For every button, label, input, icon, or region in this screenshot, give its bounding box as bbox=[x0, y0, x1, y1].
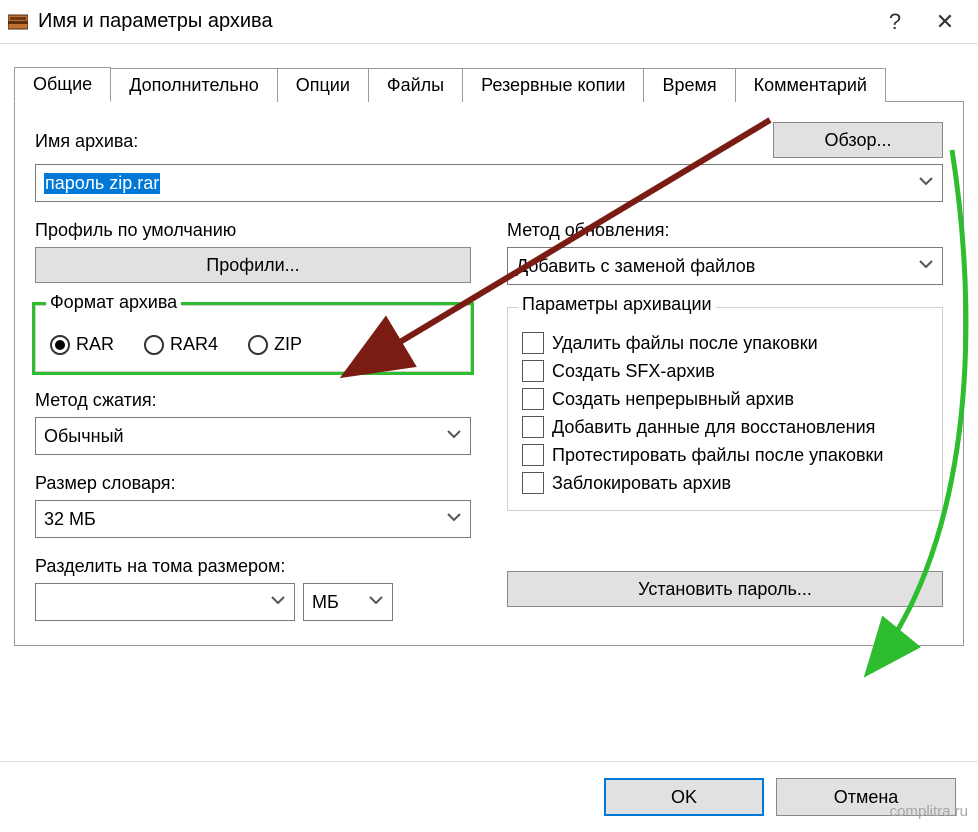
archive-name-label: Имя архива: bbox=[35, 131, 757, 152]
chevron-down-icon bbox=[368, 592, 384, 613]
dialog-footer: OK Отмена bbox=[0, 761, 978, 832]
chevron-down-icon bbox=[918, 173, 934, 194]
browse-button[interactable]: Обзор... bbox=[773, 122, 943, 158]
window-title: Имя и параметры архива bbox=[38, 10, 870, 33]
chevron-down-icon bbox=[918, 256, 934, 277]
check-sfx[interactable]: Создать SFX-архив bbox=[522, 360, 928, 382]
update-method-label: Метод обновления: bbox=[507, 220, 943, 241]
archive-params-fieldset: Параметры архивации Удалить файлы после … bbox=[507, 307, 943, 511]
archive-name-value: пароль zip.rar bbox=[44, 173, 160, 194]
set-password-button[interactable]: Установить пароль... bbox=[507, 571, 943, 607]
split-unit-value: МБ bbox=[312, 592, 339, 613]
checkbox-icon bbox=[522, 360, 544, 382]
dict-size-value: 32 МБ bbox=[44, 509, 96, 530]
update-method-value: Добавить с заменой файлов bbox=[516, 256, 755, 277]
split-size-combo[interactable] bbox=[35, 583, 295, 621]
tab-content: Имя архива: Обзор... пароль zip.rar Проф… bbox=[14, 102, 964, 646]
format-legend: Формат архива bbox=[46, 292, 181, 313]
chevron-down-icon bbox=[446, 509, 462, 530]
compression-method-value: Обычный bbox=[44, 426, 124, 447]
dict-size-label: Размер словаря: bbox=[35, 473, 471, 494]
checkbox-icon bbox=[522, 472, 544, 494]
archive-name-combo[interactable]: пароль zip.rar bbox=[35, 164, 943, 202]
tab-files[interactable]: Файлы bbox=[368, 68, 463, 102]
watermark-text: complitra.ru bbox=[890, 803, 968, 820]
close-button[interactable]: ✕ bbox=[920, 9, 970, 35]
split-unit-combo[interactable]: МБ bbox=[303, 583, 393, 621]
check-delete-after[interactable]: Удалить файлы после упаковки bbox=[522, 332, 928, 354]
profiles-button[interactable]: Профили... bbox=[35, 247, 471, 283]
check-test[interactable]: Протестировать файлы после упаковки bbox=[522, 444, 928, 466]
radio-rar4[interactable]: RAR4 bbox=[144, 334, 218, 355]
params-legend: Параметры архивации bbox=[518, 294, 716, 315]
checkbox-icon bbox=[522, 416, 544, 438]
radio-icon bbox=[144, 335, 164, 355]
tab-backup[interactable]: Резервные копии bbox=[462, 68, 644, 102]
check-sfx-label: Создать SFX-архив bbox=[552, 361, 715, 382]
checkbox-icon bbox=[522, 332, 544, 354]
app-icon bbox=[8, 12, 28, 32]
check-test-label: Протестировать файлы после упаковки bbox=[552, 445, 883, 466]
tab-general[interactable]: Общие bbox=[14, 67, 111, 102]
check-recovery[interactable]: Добавить данные для восстановления bbox=[522, 416, 928, 438]
check-solid[interactable]: Создать непрерывный архив bbox=[522, 388, 928, 410]
help-button[interactable]: ? bbox=[870, 9, 920, 35]
radio-rar[interactable]: RAR bbox=[50, 334, 114, 355]
radio-rar4-label: RAR4 bbox=[170, 334, 218, 355]
check-lock[interactable]: Заблокировать архив bbox=[522, 472, 928, 494]
check-lock-label: Заблокировать архив bbox=[552, 473, 731, 494]
radio-zip-label: ZIP bbox=[274, 334, 302, 355]
check-solid-label: Создать непрерывный архив bbox=[552, 389, 794, 410]
profile-label: Профиль по умолчанию bbox=[35, 220, 471, 241]
check-delete-label: Удалить файлы после упаковки bbox=[552, 333, 818, 354]
titlebar: Имя и параметры архива ? ✕ bbox=[0, 0, 978, 44]
chevron-down-icon bbox=[446, 426, 462, 447]
checkbox-icon bbox=[522, 444, 544, 466]
radio-rar-label: RAR bbox=[76, 334, 114, 355]
radio-icon bbox=[50, 335, 70, 355]
ok-button[interactable]: OK bbox=[604, 778, 764, 816]
tab-options[interactable]: Опции bbox=[277, 68, 369, 102]
radio-zip[interactable]: ZIP bbox=[248, 334, 302, 355]
dict-size-combo[interactable]: 32 МБ bbox=[35, 500, 471, 538]
update-method-combo[interactable]: Добавить с заменой файлов bbox=[507, 247, 943, 285]
client-area: Общие Дополнительно Опции Файлы Резервны… bbox=[0, 44, 978, 646]
tab-advanced[interactable]: Дополнительно bbox=[110, 68, 278, 102]
radio-icon bbox=[248, 335, 268, 355]
tab-time[interactable]: Время bbox=[643, 68, 735, 102]
archive-format-fieldset: Формат архива RAR RAR4 ZIP bbox=[35, 305, 471, 372]
split-volumes-label: Разделить на тома размером: bbox=[35, 556, 471, 577]
chevron-down-icon bbox=[270, 592, 286, 613]
compression-method-label: Метод сжатия: bbox=[35, 390, 471, 411]
checkbox-icon bbox=[522, 388, 544, 410]
tab-comment[interactable]: Комментарий bbox=[735, 68, 886, 102]
tab-strip: Общие Дополнительно Опции Файлы Резервны… bbox=[14, 62, 964, 102]
check-recovery-label: Добавить данные для восстановления bbox=[552, 417, 875, 438]
compression-method-combo[interactable]: Обычный bbox=[35, 417, 471, 455]
